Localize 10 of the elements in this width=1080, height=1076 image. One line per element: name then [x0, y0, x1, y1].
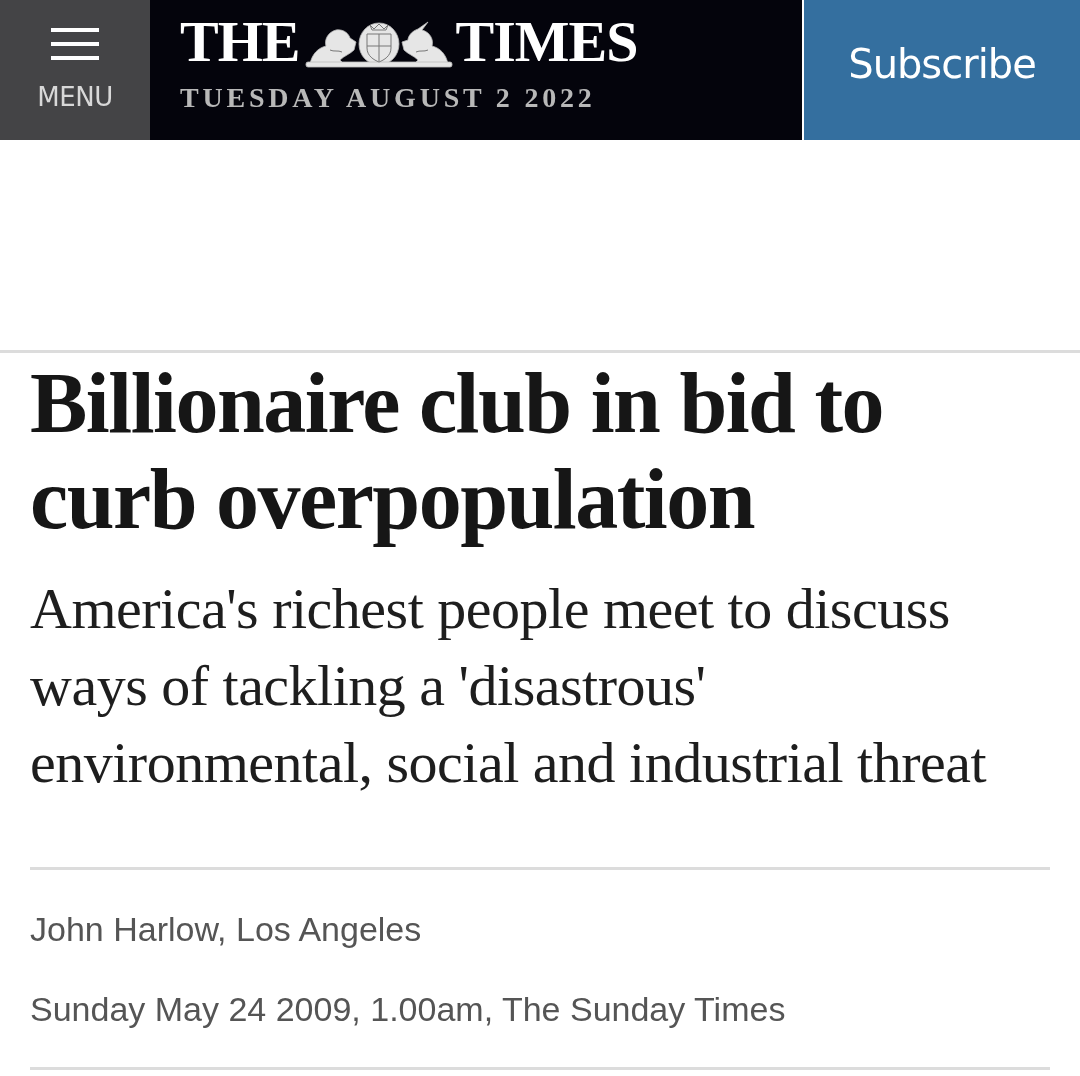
article-headline: Billionaire club in bid to curb overpopulation	[30, 355, 885, 547]
article-standfirst: America's richest people meet to discuss ways of tackling a 'disastrous' environmental, social and industrial threat	[30, 575, 988, 797]
article-byline: John Harlow, Los Angeles	[30, 909, 423, 949]
article-dateline: Sunday May 24 2009, 1.00am, The Sunday Times	[30, 989, 787, 1029]
menu-icon	[51, 28, 99, 60]
masthead-date: TUESDAY AUGUST 2 2022	[180, 82, 596, 114]
subscribe-button[interactable]: Subscribe	[804, 0, 1080, 140]
masthead-logo[interactable]: THE TIMES	[180, 14, 638, 70]
menu-button[interactable]: MENU	[0, 0, 150, 140]
crest-icon	[303, 20, 454, 68]
